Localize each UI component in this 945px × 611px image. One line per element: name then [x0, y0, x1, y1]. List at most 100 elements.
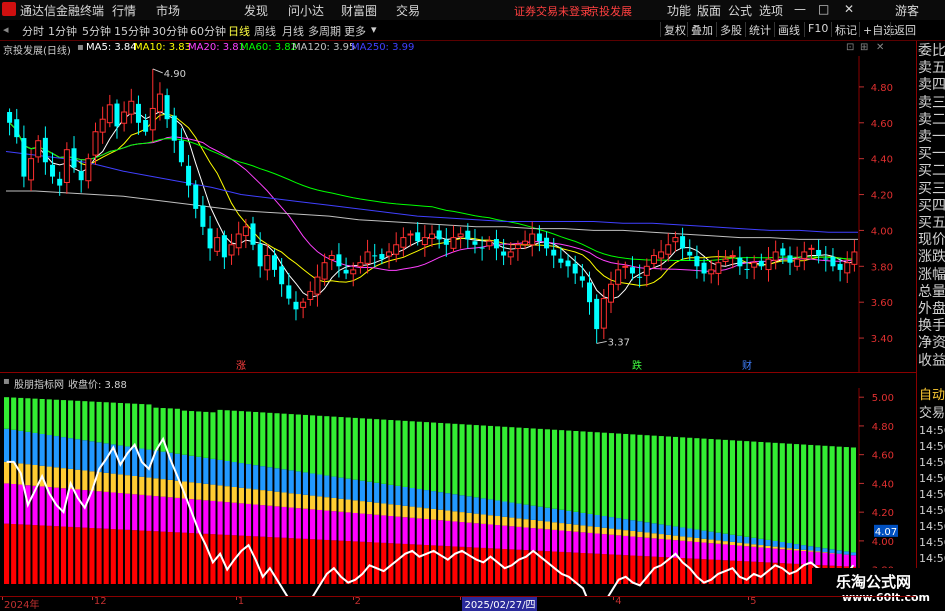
indicator-bar: [765, 442, 770, 540]
candle-body: [186, 166, 191, 186]
menu-item-options[interactable]: 选项: [759, 2, 783, 19]
period-tab-more[interactable]: 更多: [344, 23, 366, 39]
menu-item-function[interactable]: 功能: [667, 2, 691, 19]
f10-button[interactable]: F10: [804, 22, 831, 37]
draw-line-button[interactable]: 画线: [774, 22, 803, 37]
indicator-bar: [652, 533, 657, 538]
menu-item-discover[interactable]: 发现: [244, 2, 268, 19]
indicator-bar: [25, 398, 30, 432]
high-pointer: [153, 69, 163, 73]
indicator-bar: [232, 503, 237, 536]
trade-label[interactable]: 交易: [919, 402, 945, 421]
indicator-bar: [744, 546, 749, 561]
indicator-bar: [851, 447, 856, 552]
indicator-bar: [545, 551, 550, 584]
minimize-icon[interactable]: —: [794, 2, 806, 16]
panel-icon-2[interactable]: ⊞: [860, 42, 868, 53]
indicator-bar: [89, 441, 94, 471]
period-tab-60min[interactable]: 60分钟: [190, 23, 226, 39]
multi-stock-button[interactable]: 多股: [716, 22, 745, 37]
indicator-bar: [822, 548, 827, 552]
candle-body: [809, 248, 814, 249]
indicator-bar: [524, 428, 529, 505]
trade-time-entry: 14:56: [919, 488, 945, 501]
indicator-bar: [367, 542, 372, 584]
menu-item-ask[interactable]: 问小达: [288, 2, 324, 19]
period-tab-monthly[interactable]: 月线: [282, 23, 304, 39]
indicator-bar: [61, 527, 66, 584]
candle-body: [79, 171, 84, 180]
toolbar-arrow-icon[interactable]: ◂: [3, 23, 9, 36]
indicator-bar: [353, 418, 358, 480]
overlay-button[interactable]: 叠加: [687, 22, 716, 37]
candle-body: [444, 239, 449, 244]
indicator-bar: [18, 524, 23, 584]
indicator-bar: [225, 410, 230, 461]
indicator-bar: [744, 543, 749, 546]
indicator-bar: [11, 524, 16, 584]
period-tab-daily[interactable]: 日线: [228, 23, 250, 39]
indicator-bar: [75, 470, 80, 490]
candle-body: [107, 105, 112, 123]
indicator-bar: [794, 550, 799, 563]
period-tab-multi[interactable]: 多周期: [308, 23, 341, 39]
candle-body: [100, 119, 105, 132]
indicator-bar: [673, 526, 678, 535]
menu-item-trade[interactable]: 交易: [396, 2, 420, 19]
indicator-bar: [716, 439, 721, 532]
menu-item-wealth[interactable]: 财富圈: [341, 2, 377, 19]
close-icon[interactable]: ✕: [844, 2, 854, 16]
period-tab-15min[interactable]: 15分钟: [114, 23, 150, 39]
period-tab-intraday[interactable]: 分时: [22, 23, 44, 39]
indicator-bar: [474, 523, 479, 547]
auto-trade-label[interactable]: 自动: [919, 384, 945, 403]
indicator-bar: [118, 529, 123, 584]
statistics-button[interactable]: 统计: [745, 22, 774, 37]
indicator-chart[interactable]: 3.804.004.204.404.604.805.004.07: [0, 388, 916, 596]
ma-toggle-icon[interactable]: ▪: [77, 42, 84, 53]
indicator-bar: [851, 555, 856, 566]
indicator-bar: [815, 445, 820, 547]
period-tab-5min[interactable]: 5分钟: [82, 23, 111, 39]
indicator-bar: [780, 547, 785, 549]
menu-item-market[interactable]: 市场: [156, 2, 180, 19]
period-tab-30min[interactable]: 30分钟: [152, 23, 188, 39]
quote-field-label: 卖四: [918, 77, 945, 93]
indicator-bar: [801, 550, 806, 551]
guest-label[interactable]: 游客: [895, 2, 919, 19]
login-notice[interactable]: 证券交易未登录: [514, 3, 591, 19]
indicator-bar: [417, 507, 422, 518]
indicator-bar: [132, 530, 137, 584]
mark-button[interactable]: 标记: [831, 22, 860, 37]
indicator-bar: [616, 518, 621, 529]
more-chevron-icon[interactable]: ▾: [371, 23, 377, 36]
period-tab-weekly[interactable]: 周线: [254, 23, 276, 39]
candle-body: [709, 270, 714, 274]
indicator-bar: [282, 538, 287, 584]
back-button[interactable]: 返回: [890, 22, 919, 37]
panel-icon-1[interactable]: ⊡: [846, 42, 854, 53]
quote-field-label: 总量: [918, 284, 945, 300]
maximize-icon[interactable]: □: [818, 2, 829, 16]
indicator-bar: [580, 553, 585, 584]
candlestick-chart[interactable]: 3.403.603.804.004.204.404.604.804.903.37…: [0, 56, 916, 372]
indicator-bar: [161, 479, 166, 497]
indicator-bar: [168, 497, 173, 532]
panel-close-icon[interactable]: ✕: [876, 42, 884, 53]
indicator-bar: [11, 398, 16, 430]
indicator-bar: [324, 497, 329, 510]
indicator-bar: [296, 538, 301, 584]
indicator-bar: [680, 536, 685, 540]
indicator-bar: [630, 531, 635, 537]
menu-item-market-quote[interactable]: 行情: [112, 2, 136, 19]
indicator-toggle-icon[interactable]: ▪: [3, 376, 10, 387]
indicator-bar: [552, 509, 557, 523]
y-tick-label: 4.80: [872, 422, 894, 433]
menu-item-layout[interactable]: 版面: [697, 2, 721, 19]
candle-body: [780, 248, 785, 255]
menu-item-formula[interactable]: 公式: [728, 2, 752, 19]
indicator-bar: [417, 518, 422, 544]
adjust-button[interactable]: 复权: [660, 22, 689, 37]
indicator-bar: [623, 519, 628, 530]
period-tab-1min[interactable]: 1分钟: [48, 23, 77, 39]
